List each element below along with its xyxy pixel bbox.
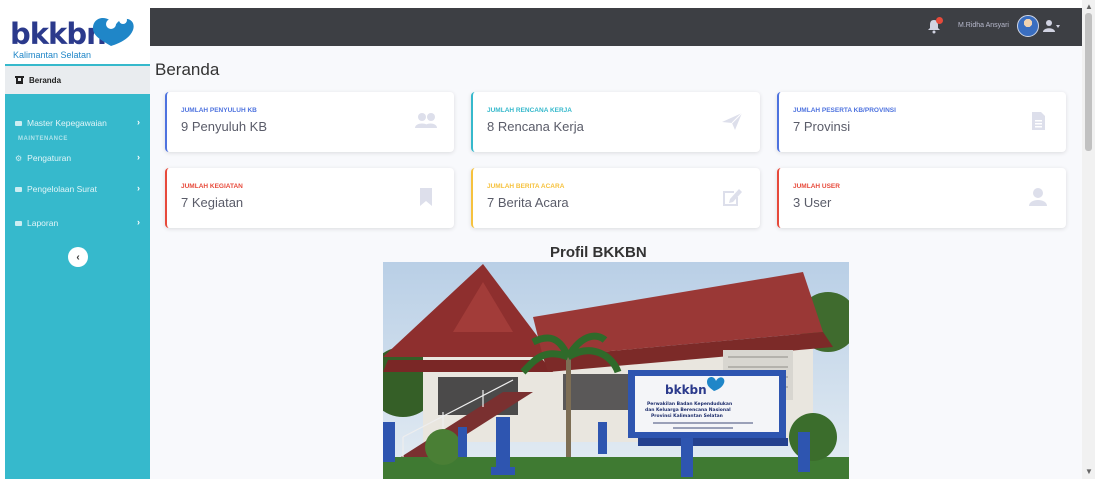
- file-icon: [1032, 112, 1045, 130]
- profil-title: Profil BKKBN: [550, 244, 647, 261]
- brand-subtitle: Kalimantan Selatan: [13, 50, 92, 60]
- scrollbar-thumb[interactable]: [1085, 13, 1092, 151]
- card-value: 9 Penyuluh KB: [181, 119, 268, 134]
- user-menu-icon[interactable]: [1043, 19, 1061, 33]
- scroll-up-icon[interactable]: ▲: [1085, 2, 1093, 11]
- sidebar-item-label: Pengaturan: [27, 153, 72, 163]
- sign-line-1: Perwakilan Badan Kependudukan: [647, 401, 732, 407]
- office-building-illustration: bkkbn Perwakilan Badan Kependudukan dan …: [383, 262, 849, 479]
- sidebar-item-master-kepegawaian[interactable]: Master Kepegawaian ›: [5, 112, 150, 134]
- sidebar-item-laporan[interactable]: Laporan ›: [5, 212, 150, 234]
- sidebar-item-label: Laporan: [27, 218, 59, 228]
- brand-heart-icon: [93, 16, 134, 46]
- sign-line-3: Provinsi Kalimantan Selatan: [651, 413, 723, 419]
- chevron-right-icon: ›: [137, 183, 140, 193]
- card-value: 3 User: [793, 195, 832, 210]
- page-title: Beranda: [155, 60, 220, 79]
- sidebar-item-beranda[interactable]: Beranda: [5, 66, 150, 94]
- card-title: JUMLAH PENYULUH KB: [181, 107, 257, 114]
- notification-badge: [936, 17, 943, 24]
- card-title: JUMLAH KEGIATAN: [181, 183, 243, 190]
- card-jumlah-kegiatan: JUMLAH KEGIATAN 7 Kegiatan: [165, 168, 454, 228]
- users-icon: [415, 113, 437, 128]
- card-value: 7 Kegiatan: [181, 195, 244, 210]
- chevron-right-icon: ›: [137, 152, 140, 162]
- page-scrollbar[interactable]: ▲ ▼: [1082, 0, 1095, 479]
- sidebar: bkkbn Kalimantan Selatan Beranda Master …: [5, 8, 150, 479]
- card-title: JUMLAH USER: [793, 183, 840, 190]
- bkkbn-office-photo: bkkbn Perwakilan Badan Kependudukan dan …: [383, 262, 849, 479]
- chevron-right-icon: ›: [137, 117, 140, 127]
- sidebar-item-pengaturan[interactable]: ⚙ Pengaturan ›: [5, 147, 150, 169]
- bookmark-icon: [420, 188, 432, 206]
- topbar: M.Ridha Ansyari: [150, 8, 1082, 46]
- card-title: JUMLAH PESERTA KB/PROVINSI: [793, 107, 896, 114]
- user-name[interactable]: M.Ridha Ansyari: [958, 22, 1009, 29]
- card-title: JUMLAH RENCANA KERJA: [487, 107, 572, 114]
- folder-icon: [15, 186, 22, 192]
- card-value: 7 Provinsi: [793, 119, 851, 134]
- home-icon: [15, 76, 24, 84]
- card-jumlah-peserta-kb: JUMLAH PESERTA KB/PROVINSI 7 Provinsi: [777, 92, 1066, 152]
- folder-icon: [15, 220, 22, 226]
- card-title: JUMLAH BERITA ACARA: [487, 183, 565, 190]
- card-jumlah-user: JUMLAH USER 3 User: [777, 168, 1066, 228]
- sidebar-item-label: Master Kepegawaian: [27, 118, 107, 128]
- card-jumlah-berita-acara: JUMLAH BERITA ACARA 7 Berita Acara: [471, 168, 760, 228]
- user-avatar[interactable]: [1017, 15, 1039, 37]
- app-window: bkkbn Kalimantan Selatan Beranda Master …: [5, 8, 1082, 479]
- sidebar-item-label: Pengelolaan Surat: [27, 184, 97, 194]
- paper-plane-icon: [722, 112, 743, 130]
- sidebar-section-label: MAINTENANCE: [18, 136, 68, 142]
- folder-icon: [15, 120, 22, 126]
- card-jumlah-rencana-kerja: JUMLAH RENCANA KERJA 8 Rencana Kerja: [471, 92, 760, 152]
- sidebar-item-pengelolaan-surat[interactable]: Pengelolaan Surat ›: [5, 178, 150, 200]
- sign-line-2: dan Keluarga Berencana Nasional: [645, 407, 731, 413]
- chevron-right-icon: ›: [137, 217, 140, 227]
- scroll-down-icon[interactable]: ▼: [1085, 467, 1093, 476]
- card-value: 8 Rencana Kerja: [487, 119, 584, 134]
- sign-brand-text: bkkbn: [665, 383, 707, 397]
- gear-icon: ⚙: [15, 153, 23, 163]
- card-value: 7 Berita Acara: [487, 195, 569, 210]
- sidebar-item-label: Beranda: [29, 75, 62, 85]
- sidebar-toggle-button[interactable]: ‹: [68, 247, 88, 267]
- card-jumlah-penyuluh: JUMLAH PENYULUH KB 9 Penyuluh KB: [165, 92, 454, 152]
- brand-logo-area[interactable]: bkkbn Kalimantan Selatan: [5, 8, 150, 64]
- edit-icon: [723, 189, 742, 206]
- user-icon: [1029, 188, 1047, 206]
